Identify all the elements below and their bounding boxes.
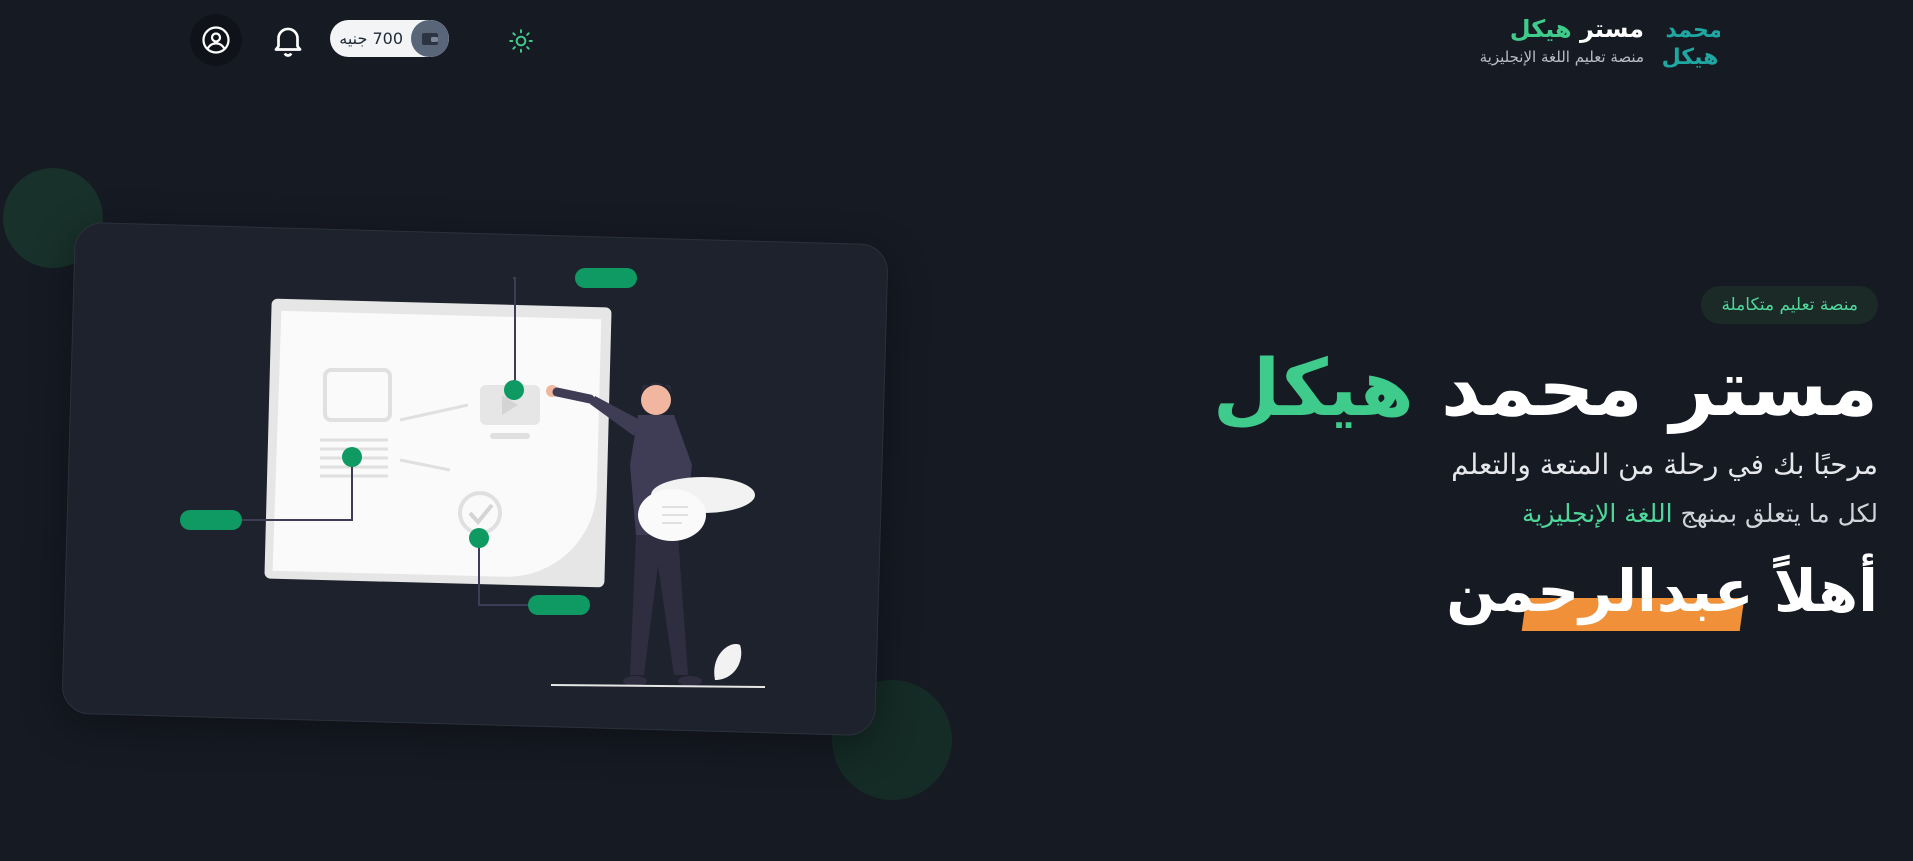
brand-logo: محمد هيكل <box>1662 18 1720 70</box>
hero-subtitle: مرحبًا بك في رحلة من المتعة والتعلم <box>1451 448 1878 481</box>
wallet-balance[interactable]: 700 جنيه <box>330 20 449 57</box>
sun-icon <box>509 29 533 53</box>
brand-name: مستر هيكل <box>1509 15 1644 43</box>
hero-section: منصة تعليم متكاملة مستر محمد هيكل مرحبًا… <box>1178 286 1878 631</box>
profile-button[interactable] <box>190 14 242 66</box>
hero-illustration <box>180 268 766 688</box>
user-circle-icon <box>202 26 230 54</box>
svg-text:هيكل: هيكل <box>1662 45 1719 70</box>
theme-toggle-button[interactable] <box>506 26 536 56</box>
greeting-text: أهلاً عبدالرحمن <box>1446 557 1878 625</box>
notifications-button[interactable] <box>266 18 310 62</box>
hero-badge: منصة تعليم متكاملة <box>1701 286 1878 324</box>
greeting: أهلاً عبدالرحمن <box>1178 557 1878 631</box>
wallet-amount: 700 جنيه <box>339 29 403 48</box>
brand-subtitle: منصة تعليم اللغة الإنجليزية <box>1479 48 1644 66</box>
hero-title: مستر محمد هيكل <box>1212 344 1878 434</box>
bell-icon <box>274 27 302 57</box>
top-navbar: 700 جنيه محمد هيكل مستر هيكل منصة تعليم … <box>0 0 1913 80</box>
hero-tagline: لكل ما يتعلق بمنهج اللغة الإنجليزية <box>1522 499 1878 528</box>
svg-text:محمد: محمد <box>1666 18 1720 43</box>
wallet-icon <box>411 20 449 57</box>
